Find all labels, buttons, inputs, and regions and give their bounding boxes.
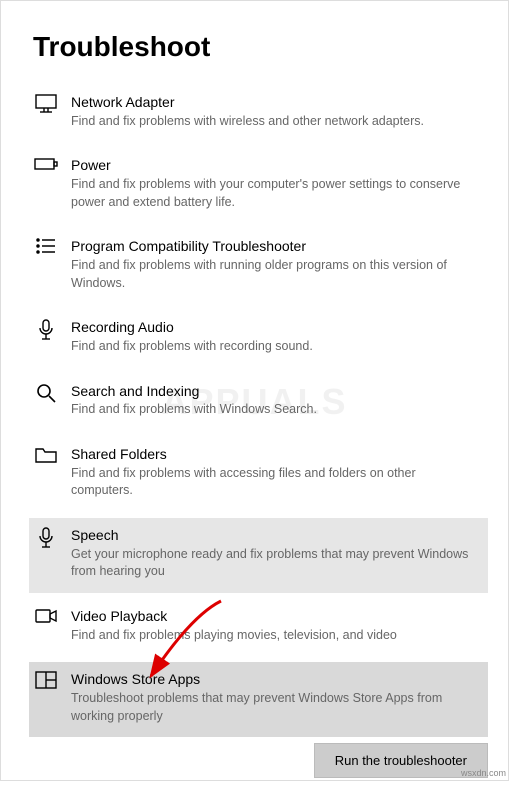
item-desc: Find and fix problems with running older… bbox=[71, 257, 478, 292]
item-desc: Find and fix problems with Windows Searc… bbox=[71, 401, 478, 419]
item-shared-folders[interactable]: Shared Folders Find and fix problems wit… bbox=[29, 437, 488, 512]
item-desc: Find and fix problems with accessing fil… bbox=[71, 465, 478, 500]
page-title: Troubleshoot bbox=[33, 31, 478, 63]
microphone-icon bbox=[33, 527, 59, 549]
item-desc: Find and fix problems with recording sou… bbox=[71, 338, 478, 356]
monitor-icon bbox=[33, 94, 59, 114]
item-desc: Find and fix problems playing movies, te… bbox=[71, 627, 478, 645]
item-desc: Find and fix problems with wireless and … bbox=[71, 113, 478, 131]
item-network-adapter[interactable]: Network Adapter Find and fix problems wi… bbox=[29, 85, 488, 142]
credit-text: wsxdn.com bbox=[461, 768, 506, 778]
item-recording-audio[interactable]: Recording Audio Find and fix problems wi… bbox=[29, 310, 488, 367]
apps-icon bbox=[33, 671, 59, 689]
item-desc: Get your microphone ready and fix proble… bbox=[71, 546, 478, 581]
item-title: Windows Store Apps bbox=[71, 670, 478, 689]
search-icon bbox=[33, 383, 59, 403]
item-video-playback[interactable]: Video Playback Find and fix problems pla… bbox=[29, 599, 488, 656]
battery-icon bbox=[33, 157, 59, 171]
item-title: Shared Folders bbox=[71, 445, 478, 464]
item-title: Speech bbox=[71, 526, 478, 545]
item-title: Video Playback bbox=[71, 607, 478, 626]
item-title: Program Compatibility Troubleshooter bbox=[71, 237, 478, 256]
item-title: Recording Audio bbox=[71, 318, 478, 337]
item-title: Network Adapter bbox=[71, 93, 478, 112]
video-icon bbox=[33, 608, 59, 624]
microphone-icon bbox=[33, 319, 59, 341]
item-title: Power bbox=[71, 156, 478, 175]
list-icon bbox=[33, 238, 59, 254]
item-power[interactable]: Power Find and fix problems with your co… bbox=[29, 148, 488, 223]
item-title: Search and Indexing bbox=[71, 382, 478, 401]
item-speech[interactable]: Speech Get your microphone ready and fix… bbox=[29, 518, 488, 593]
item-search-indexing[interactable]: Search and Indexing Find and fix problem… bbox=[29, 374, 488, 431]
item-program-compatibility[interactable]: Program Compatibility Troubleshooter Fin… bbox=[29, 229, 488, 304]
troubleshoot-panel: Troubleshoot Network Adapter Find and fi… bbox=[1, 1, 508, 798]
item-desc: Find and fix problems with your computer… bbox=[71, 176, 478, 211]
folder-icon bbox=[33, 446, 59, 464]
item-windows-store-apps[interactable]: Windows Store Apps Troubleshoot problems… bbox=[29, 662, 488, 737]
item-desc: Troubleshoot problems that may prevent W… bbox=[71, 690, 478, 725]
